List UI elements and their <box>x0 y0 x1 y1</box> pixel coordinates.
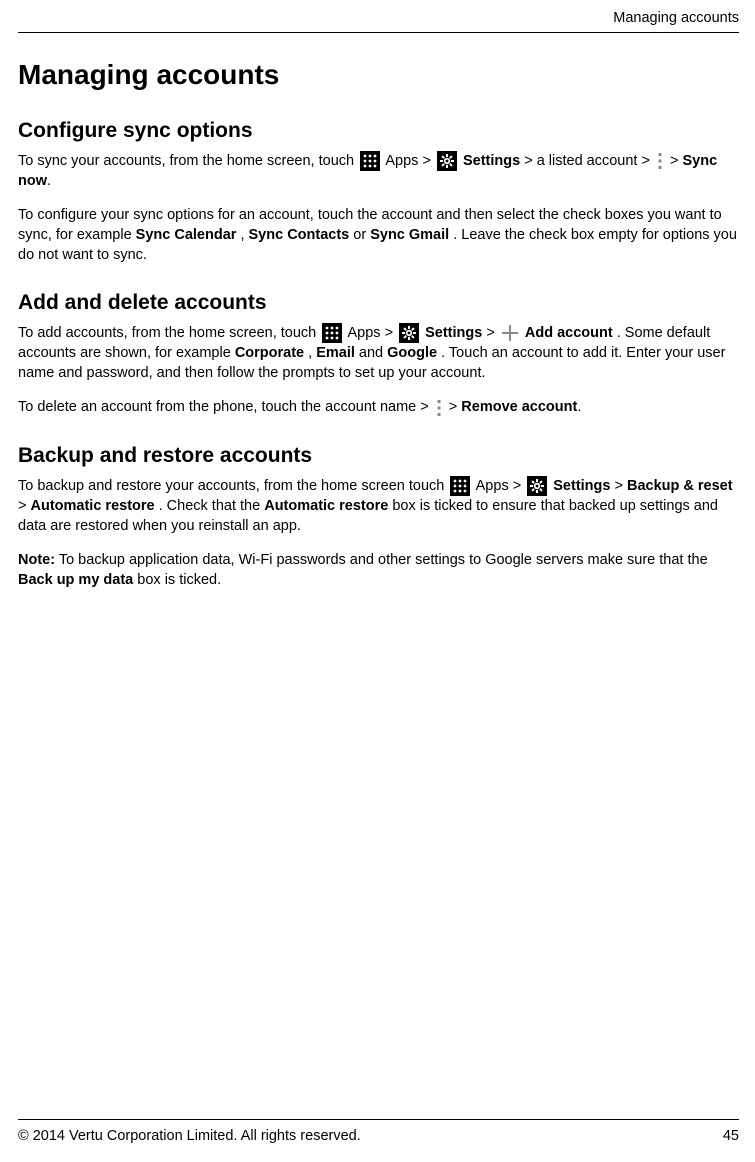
apps-grid-icon <box>360 151 380 171</box>
plus-icon <box>501 324 519 342</box>
paragraph-configure-1: To sync your accounts, from the home scr… <box>18 151 739 191</box>
text: To add accounts, from the home screen, t… <box>18 325 320 341</box>
text: Apps <box>385 153 418 169</box>
paragraph-add-2: To delete an account from the phone, tou… <box>18 397 739 417</box>
text: . <box>577 399 581 415</box>
text-bold: Remove account <box>461 399 577 415</box>
overflow-menu-icon <box>656 151 664 171</box>
header-rule <box>18 32 739 33</box>
text: Apps <box>347 325 380 341</box>
text-bold: Google <box>387 345 437 361</box>
text-bold: Sync Contacts <box>249 227 350 243</box>
text: , <box>240 227 248 243</box>
text: > <box>449 399 462 415</box>
text: To sync your accounts, from the home scr… <box>18 153 358 169</box>
text: . <box>47 173 51 189</box>
heading-configure-sync: Configure sync options <box>18 119 739 143</box>
text: > <box>513 478 521 494</box>
text-bold: Add account <box>525 325 613 341</box>
text-bold: Back up my data <box>18 572 133 588</box>
text: > <box>670 153 683 169</box>
apps-grid-icon <box>322 323 342 343</box>
text: To backup application data, Wi-Fi passwo… <box>59 552 708 568</box>
text-bold: Email <box>316 345 355 361</box>
text: To delete an account from the phone, tou… <box>18 399 433 415</box>
apps-grid-icon <box>450 476 470 496</box>
text-bold: Settings <box>553 478 610 494</box>
paragraph-backup-1: To backup and restore your accounts, fro… <box>18 476 739 536</box>
heading-add-delete: Add and delete accounts <box>18 291 739 315</box>
overflow-menu-icon <box>435 398 443 418</box>
settings-gear-icon <box>527 476 547 496</box>
text-bold: Automatic restore <box>264 498 388 514</box>
text: Apps <box>476 478 509 494</box>
copyright-text: © 2014 Vertu Corporation Limited. All ri… <box>18 1128 361 1144</box>
page-footer: © 2014 Vertu Corporation Limited. All ri… <box>18 1119 739 1144</box>
text-bold: Sync Gmail <box>370 227 449 243</box>
text: > a listed account > <box>524 153 654 169</box>
page-title: Managing accounts <box>18 59 739 91</box>
paragraph-add-1: To add accounts, from the home screen, t… <box>18 323 739 383</box>
running-header: Managing accounts <box>18 10 739 26</box>
settings-gear-icon <box>437 151 457 171</box>
text-bold: Settings <box>463 153 520 169</box>
text-bold: Settings <box>425 325 482 341</box>
text: . Check that the <box>159 498 265 514</box>
note-label: Note: <box>18 552 55 568</box>
text-bold: Sync Calendar <box>136 227 237 243</box>
page-number: 45 <box>723 1128 739 1144</box>
text: and <box>359 345 387 361</box>
text: box is ticked. <box>137 572 221 588</box>
text: , <box>308 345 316 361</box>
paragraph-backup-2: Note: To backup application data, Wi-Fi … <box>18 550 739 590</box>
text: > <box>385 325 393 341</box>
heading-backup-restore: Backup and restore accounts <box>18 444 739 468</box>
text-bold: Corporate <box>235 345 304 361</box>
text: > <box>18 498 31 514</box>
text: or <box>353 227 370 243</box>
text: To backup and restore your accounts, fro… <box>18 478 448 494</box>
text-bold: Backup & reset <box>627 478 733 494</box>
text-bold: Automatic restore <box>31 498 155 514</box>
settings-gear-icon <box>399 323 419 343</box>
text: > <box>422 153 430 169</box>
page: Managing accounts Managing accounts Conf… <box>0 0 755 1162</box>
paragraph-configure-2: To configure your sync options for an ac… <box>18 205 739 265</box>
footer-rule <box>18 1119 739 1120</box>
text: > <box>486 325 499 341</box>
text: > <box>615 478 628 494</box>
